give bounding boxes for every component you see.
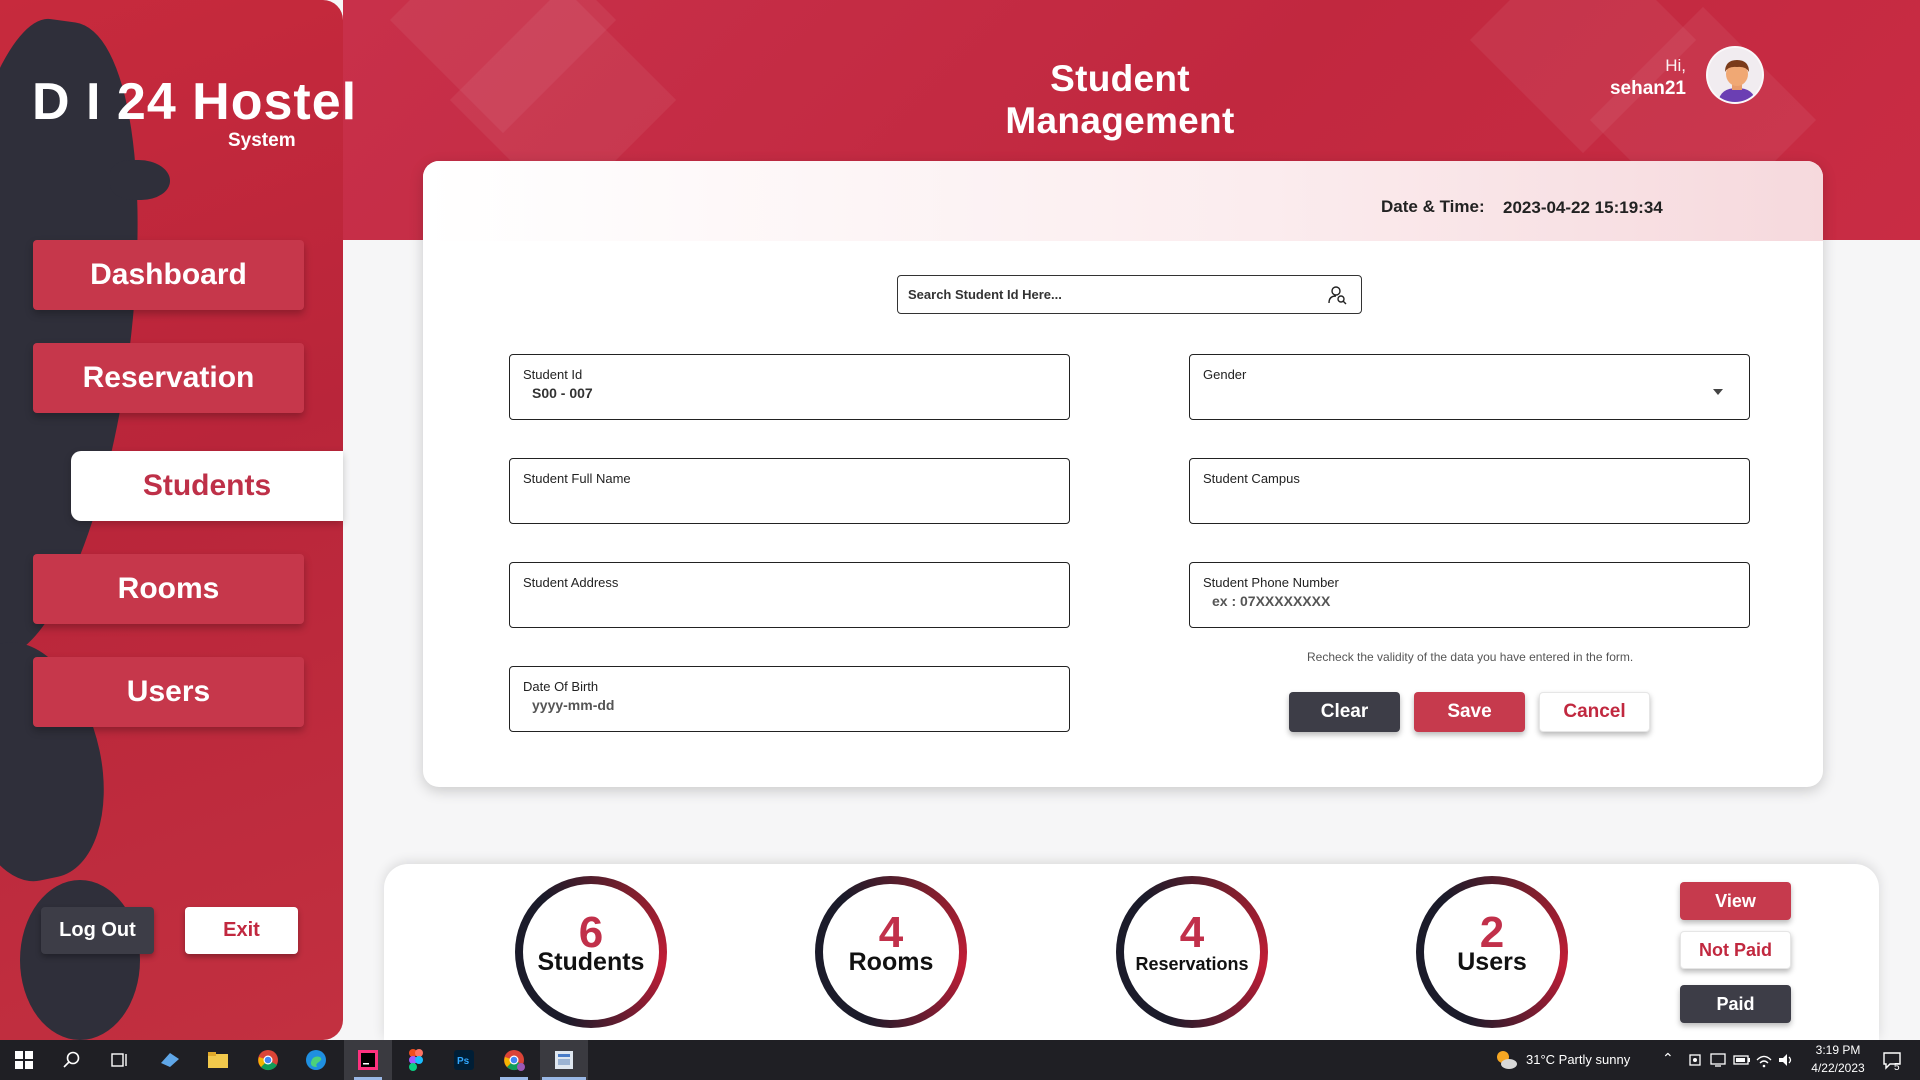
weather-text[interactable]: 31°C Partly sunny	[1526, 1052, 1630, 1067]
app-logo: D I 24 Hostel System	[32, 72, 358, 151]
gender-select[interactable]: Gender	[1189, 354, 1750, 420]
stats-panel: 6 Students 4 Rooms 4 Reservations 2 User…	[384, 864, 1879, 1040]
intellij-icon[interactable]	[356, 1048, 380, 1072]
dob-placeholder[interactable]: yyyy-mm-dd	[532, 697, 614, 713]
figma-icon[interactable]	[404, 1048, 428, 1072]
wifi-icon[interactable]	[1752, 1048, 1776, 1072]
nav-rooms[interactable]: Rooms	[33, 554, 304, 624]
task-view-icon[interactable]	[108, 1048, 132, 1072]
clock-date[interactable]: 4/22/2023	[1806, 1061, 1870, 1075]
svg-text:Ps: Ps	[457, 1056, 470, 1067]
meet-now-icon[interactable]	[1684, 1048, 1708, 1072]
file-explorer-icon[interactable]	[206, 1048, 230, 1072]
validation-hint: Recheck the validity of the data you hav…	[1307, 650, 1634, 664]
username: sehan21	[1609, 78, 1686, 99]
notification-count: 5	[1894, 1062, 1900, 1073]
stat-rooms: 4 Rooms	[815, 876, 967, 1028]
windows-start-icon[interactable]	[12, 1048, 36, 1072]
dob-label: Date Of Birth	[523, 679, 599, 694]
stat-users: 2 Users	[1416, 876, 1568, 1028]
datetime-value: 2023-04-22 15:19:34	[1503, 198, 1663, 217]
address-field[interactable]: Student Address	[509, 562, 1070, 628]
nav-students[interactable]: Students	[71, 451, 343, 521]
chrome-icon[interactable]	[256, 1048, 280, 1072]
display-icon[interactable]	[1706, 1048, 1730, 1072]
save-button[interactable]: Save	[1414, 692, 1525, 732]
phone-field[interactable]: Student Phone Number ex : 07XXXXXXXX	[1189, 562, 1750, 628]
dob-field[interactable]: Date Of Birth yyyy-mm-dd	[509, 666, 1070, 732]
page-title: Student Management	[1005, 58, 1235, 141]
stat-count: 4	[1179, 908, 1205, 957]
person-search-icon[interactable]	[1327, 285, 1347, 310]
address-label: Student Address	[523, 575, 619, 590]
stat-students: 6 Students	[515, 876, 667, 1028]
chevron-up-icon[interactable]: ⌃	[1662, 1050, 1674, 1067]
stat-reservations: 4 Reservations	[1116, 876, 1268, 1028]
stat-label: Reservations	[1135, 954, 1249, 974]
photoshop-icon[interactable]: Ps	[452, 1048, 476, 1072]
clock-time[interactable]: 3:19 PM	[1812, 1043, 1864, 1057]
user-greeting: Hi, sehan21	[1610, 56, 1686, 100]
gender-label: Gender	[1203, 367, 1247, 382]
not-paid-button[interactable]: Not Paid	[1680, 931, 1791, 969]
taskbar: Ps 31°C Partly sunny ⌃ 3:19 PM 4/22/2023…	[0, 1040, 1920, 1080]
student-id-label: Student Id	[523, 367, 583, 382]
stat-label: Users	[1457, 948, 1527, 976]
nav-users[interactable]: Users	[33, 657, 304, 727]
clear-button[interactable]: Clear	[1289, 692, 1400, 732]
phone-label: Student Phone Number	[1203, 575, 1339, 590]
nav-dashboard[interactable]: Dashboard	[33, 240, 304, 310]
exit-button[interactable]: Exit	[185, 907, 298, 954]
datetime-label: Date & Time:	[1381, 197, 1485, 216]
student-id-field[interactable]: Student Id S00 - 007	[509, 354, 1070, 420]
paid-button[interactable]: Paid	[1680, 985, 1791, 1023]
cancel-button[interactable]: Cancel	[1539, 692, 1650, 732]
stat-label: Rooms	[848, 948, 934, 976]
desktop-app-icon[interactable]	[158, 1048, 182, 1072]
logo-subtitle: System	[228, 130, 296, 151]
search-bar[interactable]	[897, 275, 1362, 314]
logout-button[interactable]: Log Out	[41, 907, 154, 954]
full-name-label: Student Full Name	[523, 471, 631, 486]
volume-icon[interactable]	[1774, 1048, 1798, 1072]
greeting-text: Hi,	[1665, 56, 1686, 75]
notification-icon[interactable]	[1880, 1048, 1904, 1072]
search-input[interactable]	[908, 287, 1308, 302]
phone-placeholder[interactable]: ex : 07XXXXXXXX	[1212, 593, 1330, 609]
student-id-value[interactable]: S00 - 007	[532, 385, 593, 401]
chrome-profile-icon[interactable]	[502, 1048, 526, 1072]
full-name-field[interactable]: Student Full Name	[509, 458, 1070, 524]
weather-icon[interactable]	[1494, 1048, 1518, 1072]
campus-label: Student Campus	[1203, 471, 1300, 486]
edge-icon[interactable]	[304, 1048, 328, 1072]
logo-title: D I 24 Hostel	[32, 73, 358, 131]
battery-icon[interactable]	[1730, 1048, 1754, 1072]
nav-reservation[interactable]: Reservation	[33, 343, 304, 413]
view-button[interactable]: View	[1680, 882, 1791, 920]
chevron-down-icon[interactable]	[1713, 389, 1723, 395]
stat-label: Students	[537, 948, 645, 976]
campus-field[interactable]: Student Campus	[1189, 458, 1750, 524]
search-icon[interactable]	[60, 1048, 84, 1072]
avatar[interactable]	[1706, 46, 1764, 104]
student-form-card: Date & Time: 2023-04-22 15:19:34 Student…	[423, 161, 1823, 787]
java-app-icon[interactable]	[552, 1048, 576, 1072]
